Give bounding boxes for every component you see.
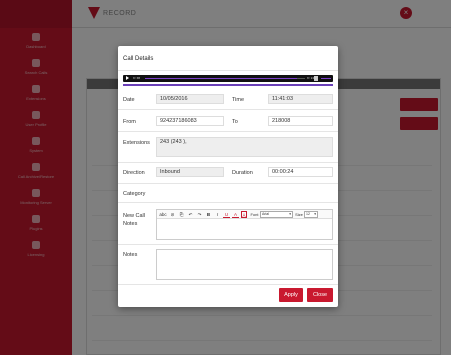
size-select-value: 12 — [306, 212, 310, 216]
duration-label: Duration — [232, 170, 253, 176]
direction-field: Inbound — [156, 167, 224, 177]
divider — [118, 244, 338, 245]
extensions-field: 243 (243 ), — [156, 137, 333, 157]
notes-label: Notes — [123, 252, 138, 258]
apply-button[interactable]: Apply — [279, 288, 303, 302]
chevron-down-icon: ▾ — [289, 212, 291, 216]
extensions-label: Extensions — [123, 140, 150, 146]
seek-progress — [145, 78, 297, 79]
date-field: 10/05/2016 — [156, 94, 224, 104]
divider — [118, 109, 338, 110]
highlight-icon[interactable]: Ā — [241, 211, 247, 218]
current-time: 0:00 — [133, 76, 141, 80]
play-icon[interactable] — [126, 76, 129, 80]
chevron-down-icon: ▾ — [314, 212, 316, 216]
redo-icon[interactable]: ↷ — [196, 211, 203, 218]
font-select-value: Arial — [262, 212, 270, 216]
duration-field: 00:00:24 — [268, 167, 333, 177]
new-notes-editor[interactable]: abc ⊘ ⎘ ↶ ↷ B I U A Ā Font Arial ▾ Size 1… — [156, 209, 333, 240]
volume-icon[interactable] — [314, 76, 318, 81]
divider — [118, 202, 338, 203]
new-notes-label: New Call Notes — [123, 213, 146, 227]
to-field: 218008 — [268, 116, 333, 126]
divider — [118, 162, 338, 163]
text-color-icon[interactable]: A — [232, 211, 239, 218]
italic-icon[interactable]: I — [214, 211, 221, 218]
to-label: To — [232, 119, 238, 125]
volume-slider[interactable] — [321, 78, 331, 79]
underline-icon[interactable]: U — [223, 211, 230, 218]
audio-player: 0:00 0:24 — [123, 75, 333, 82]
dialog-title: Call Details — [123, 56, 154, 62]
divider — [118, 284, 338, 285]
date-label: Date — [123, 97, 135, 103]
font-label: Font — [250, 212, 259, 217]
close-button[interactable]: Close — [307, 288, 333, 302]
time-field: 11:41:03 — [268, 94, 333, 104]
call-details-dialog: Call Details 0:00 0:24 Date 10/05/2016 T… — [118, 46, 338, 307]
notes-area[interactable] — [156, 249, 333, 280]
size-select[interactable]: 12 ▾ — [304, 211, 318, 218]
editor-toolbar: abc ⊘ ⎘ ↶ ↷ B I U A Ā Font Arial ▾ Size 1… — [157, 210, 332, 219]
time-label: Time — [232, 97, 245, 103]
player-underline — [123, 84, 333, 86]
from-field: 924237186083 — [156, 116, 224, 126]
direction-label: Direction — [123, 170, 145, 176]
from-label: From — [123, 119, 136, 125]
font-select[interactable]: Arial ▾ — [260, 211, 293, 218]
remove-format-icon[interactable]: ⊘ — [169, 211, 176, 218]
divider — [118, 70, 338, 71]
divider — [118, 183, 338, 184]
spellcheck-icon[interactable]: abc — [159, 211, 167, 218]
bold-icon[interactable]: B — [205, 211, 212, 218]
undo-icon[interactable]: ↶ — [187, 211, 194, 218]
divider — [118, 131, 338, 132]
category-label: Category — [123, 191, 146, 197]
size-label: Size — [295, 212, 303, 217]
paste-icon[interactable]: ⎘ — [178, 211, 185, 218]
